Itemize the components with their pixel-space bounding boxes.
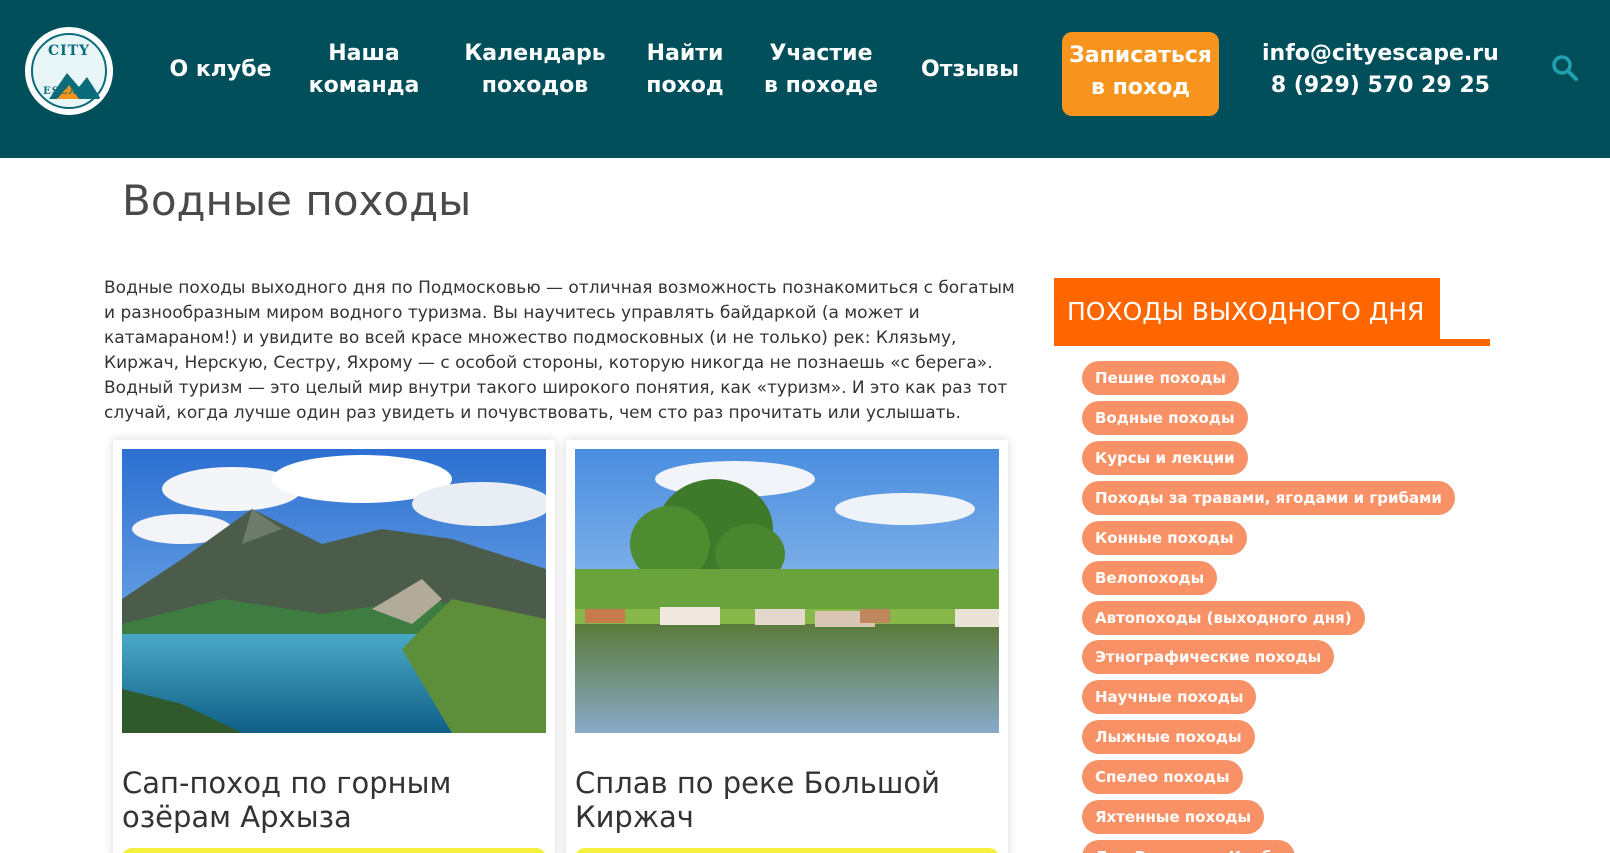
card-more-button[interactable] bbox=[122, 848, 546, 853]
hike-card[interactable]: Сап-поход по горным озёрам Архыза bbox=[113, 440, 555, 853]
tag-ski[interactable]: Лыжные походы bbox=[1082, 720, 1255, 754]
card-title[interactable]: Сап-поход по горным озёрам Архыза bbox=[122, 766, 546, 834]
card-image-mountain-lake[interactable] bbox=[122, 449, 546, 733]
page-title: Водные походы bbox=[122, 176, 472, 225]
intro-text: Водные походы выходного дня по Подмосков… bbox=[104, 278, 1015, 423]
tag-yacht[interactable]: Яхтенные походы bbox=[1082, 800, 1265, 834]
search-icon[interactable] bbox=[1551, 54, 1579, 82]
card-title[interactable]: Сплав по реке Большой Киржач bbox=[575, 766, 999, 834]
hike-card[interactable]: Сплав по реке Большой Киржач bbox=[566, 440, 1008, 853]
nav-reviews[interactable]: Отзывы bbox=[920, 54, 1020, 86]
tag-science[interactable]: Научные походы bbox=[1082, 680, 1257, 714]
tag-courses[interactable]: Курсы и лекции bbox=[1082, 441, 1248, 475]
email-link[interactable]: info@cityescape.ru bbox=[1262, 38, 1499, 70]
river-cows-image bbox=[575, 449, 999, 733]
site-header: CITY ESCAPE О клубе Наша команда Календа… bbox=[0, 0, 1610, 158]
tag-horse[interactable]: Конные походы bbox=[1082, 521, 1247, 555]
tag-water[interactable]: Водные походы bbox=[1082, 401, 1248, 435]
nav-find-hike[interactable]: Найти поход bbox=[640, 38, 730, 102]
tag-hiking[interactable]: Пешие походы bbox=[1082, 361, 1239, 395]
logo-emblem: CITY ESCAPE bbox=[31, 33, 107, 109]
nav-participation[interactable]: Участие в походе bbox=[762, 38, 880, 102]
card-image-river-cows[interactable] bbox=[575, 449, 999, 733]
signup-button[interactable]: Записаться в поход bbox=[1062, 32, 1219, 116]
sidebar-divider bbox=[1054, 339, 1490, 346]
contacts: info@cityescape.ru 8 (929) 570 29 25 bbox=[1262, 38, 1499, 102]
mountain-lake-image bbox=[122, 449, 546, 733]
sidebar-title: ПОХОДЫ ВЫХОДНОГО ДНЯ bbox=[1054, 278, 1440, 346]
tag-herbs[interactable]: Походы за травами, ягодами и грибами bbox=[1082, 481, 1455, 515]
nav-calendar[interactable]: Календарь походов bbox=[460, 38, 610, 102]
logo-text-city: CITY bbox=[47, 43, 91, 59]
nav-about[interactable]: О клубе bbox=[163, 54, 278, 86]
logo-text-escape: ESCAPE bbox=[43, 86, 95, 97]
club-logo[interactable]: CITY ESCAPE bbox=[25, 27, 113, 115]
tag-bike[interactable]: Велопоходы bbox=[1082, 561, 1218, 595]
tag-ethno[interactable]: Этнографические походы bbox=[1082, 640, 1335, 674]
phone-link[interactable]: 8 (929) 570 29 25 bbox=[1262, 70, 1499, 102]
card-more-button[interactable] bbox=[575, 848, 999, 853]
nav-team[interactable]: Наша команда bbox=[306, 38, 422, 102]
tag-speleo[interactable]: Спелео походы bbox=[1082, 760, 1243, 794]
tag-birthdays[interactable]: Дни Рождения Клуба bbox=[1082, 840, 1296, 853]
tag-auto[interactable]: Автопоходы (выходного дня) bbox=[1082, 601, 1365, 635]
